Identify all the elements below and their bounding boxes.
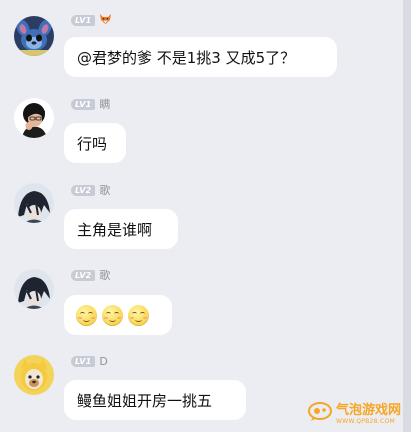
avatar[interactable] bbox=[14, 355, 54, 395]
nickname: 歌 bbox=[99, 269, 111, 282]
site-watermark: 气泡游戏网 WWW.QPB28.COM bbox=[307, 402, 401, 426]
smile-emoji-icon bbox=[102, 304, 123, 326]
nickname: 歌 bbox=[99, 184, 111, 197]
message-bubble[interactable] bbox=[64, 295, 172, 335]
level-badge: LV1 bbox=[71, 14, 96, 26]
message-bubble[interactable]: @君梦的爹 不是1挑3 又成5了？ bbox=[64, 37, 337, 77]
message-text: 主角是谁啊 bbox=[77, 220, 153, 239]
message-text: 行吗 bbox=[77, 134, 108, 153]
watermark-title: 气泡游戏网 bbox=[335, 402, 401, 418]
message-text: @君梦的爹 不是1挑3 又成5了？ bbox=[77, 48, 296, 67]
message-bubble[interactable]: 主角是谁啊 bbox=[64, 209, 178, 249]
avatar[interactable] bbox=[14, 183, 54, 223]
bubble-logo-icon bbox=[307, 402, 332, 426]
avatar[interactable] bbox=[14, 269, 54, 309]
level-badge: LV2 bbox=[71, 269, 96, 281]
watermark-url: WWW.QPB28.COM bbox=[335, 417, 395, 425]
smile-emoji-icon bbox=[128, 304, 149, 326]
message-text: 鳗鱼姐姐开房一挑五 bbox=[77, 391, 213, 410]
fox-icon bbox=[99, 13, 112, 28]
avatar[interactable] bbox=[14, 98, 54, 138]
level-badge: LV2 bbox=[71, 184, 96, 196]
level-badge: LV1 bbox=[71, 98, 96, 110]
avatar[interactable] bbox=[14, 16, 54, 56]
message-bubble[interactable]: 行吗 bbox=[64, 123, 126, 163]
smile-emoji-icon bbox=[76, 304, 97, 326]
scrollbar-track[interactable] bbox=[403, 0, 411, 432]
level-badge: LV1 bbox=[71, 355, 96, 367]
nickname: D bbox=[99, 354, 108, 368]
nickname: 瞒 bbox=[99, 98, 111, 111]
message-bubble[interactable]: 鳗鱼姐姐开房一挑五 bbox=[64, 380, 246, 420]
